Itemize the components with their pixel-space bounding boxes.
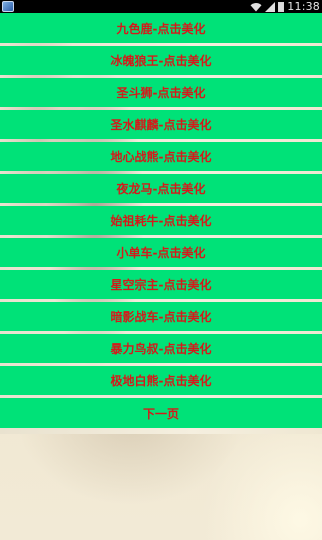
menu-item-dixinzhanxiong[interactable]: 地心战熊-点击美化 bbox=[0, 142, 322, 171]
menu-item-xingkongzongzhu[interactable]: 星空宗主-点击美化 bbox=[0, 270, 322, 299]
menu-item-anyingzhanche[interactable]: 暗影战车-点击美化 bbox=[0, 302, 322, 331]
menu-item-baoliniaoshu[interactable]: 暴力鸟叔-点击美化 bbox=[0, 334, 322, 363]
status-bar: 11:38 bbox=[0, 0, 322, 13]
menu-item-bingpolangwang[interactable]: 冰魄狼王-点击美化 bbox=[0, 46, 322, 75]
app-icon bbox=[2, 1, 14, 12]
battery-icon bbox=[278, 1, 285, 12]
menu-item-jidibaixiong[interactable]: 极地白熊-点击美化 bbox=[0, 366, 322, 395]
menu-item-shengshuiqilin[interactable]: 圣水麒麟-点击美化 bbox=[0, 110, 322, 139]
menu-item-shengdoushi[interactable]: 圣斗狮-点击美化 bbox=[0, 78, 322, 107]
signal-icon bbox=[265, 1, 276, 12]
menu-item-xiaodanche[interactable]: 小单车-点击美化 bbox=[0, 238, 322, 267]
wifi-icon bbox=[250, 2, 262, 12]
menu-item-yelongma[interactable]: 夜龙马-点击美化 bbox=[0, 174, 322, 203]
status-time: 11:38 bbox=[287, 0, 320, 13]
menu-item-jiuselu[interactable]: 九色鹿-点击美化 bbox=[0, 13, 322, 43]
next-page-button[interactable]: 下一页 bbox=[0, 398, 322, 428]
menu-list: 九色鹿-点击美化 冰魄狼王-点击美化 圣斗狮-点击美化 圣水麒麟-点击美化 地心… bbox=[0, 13, 322, 428]
menu-item-shizuhaoniu[interactable]: 始祖耗牛-点击美化 bbox=[0, 206, 322, 235]
status-icons: 11:38 bbox=[250, 0, 320, 13]
